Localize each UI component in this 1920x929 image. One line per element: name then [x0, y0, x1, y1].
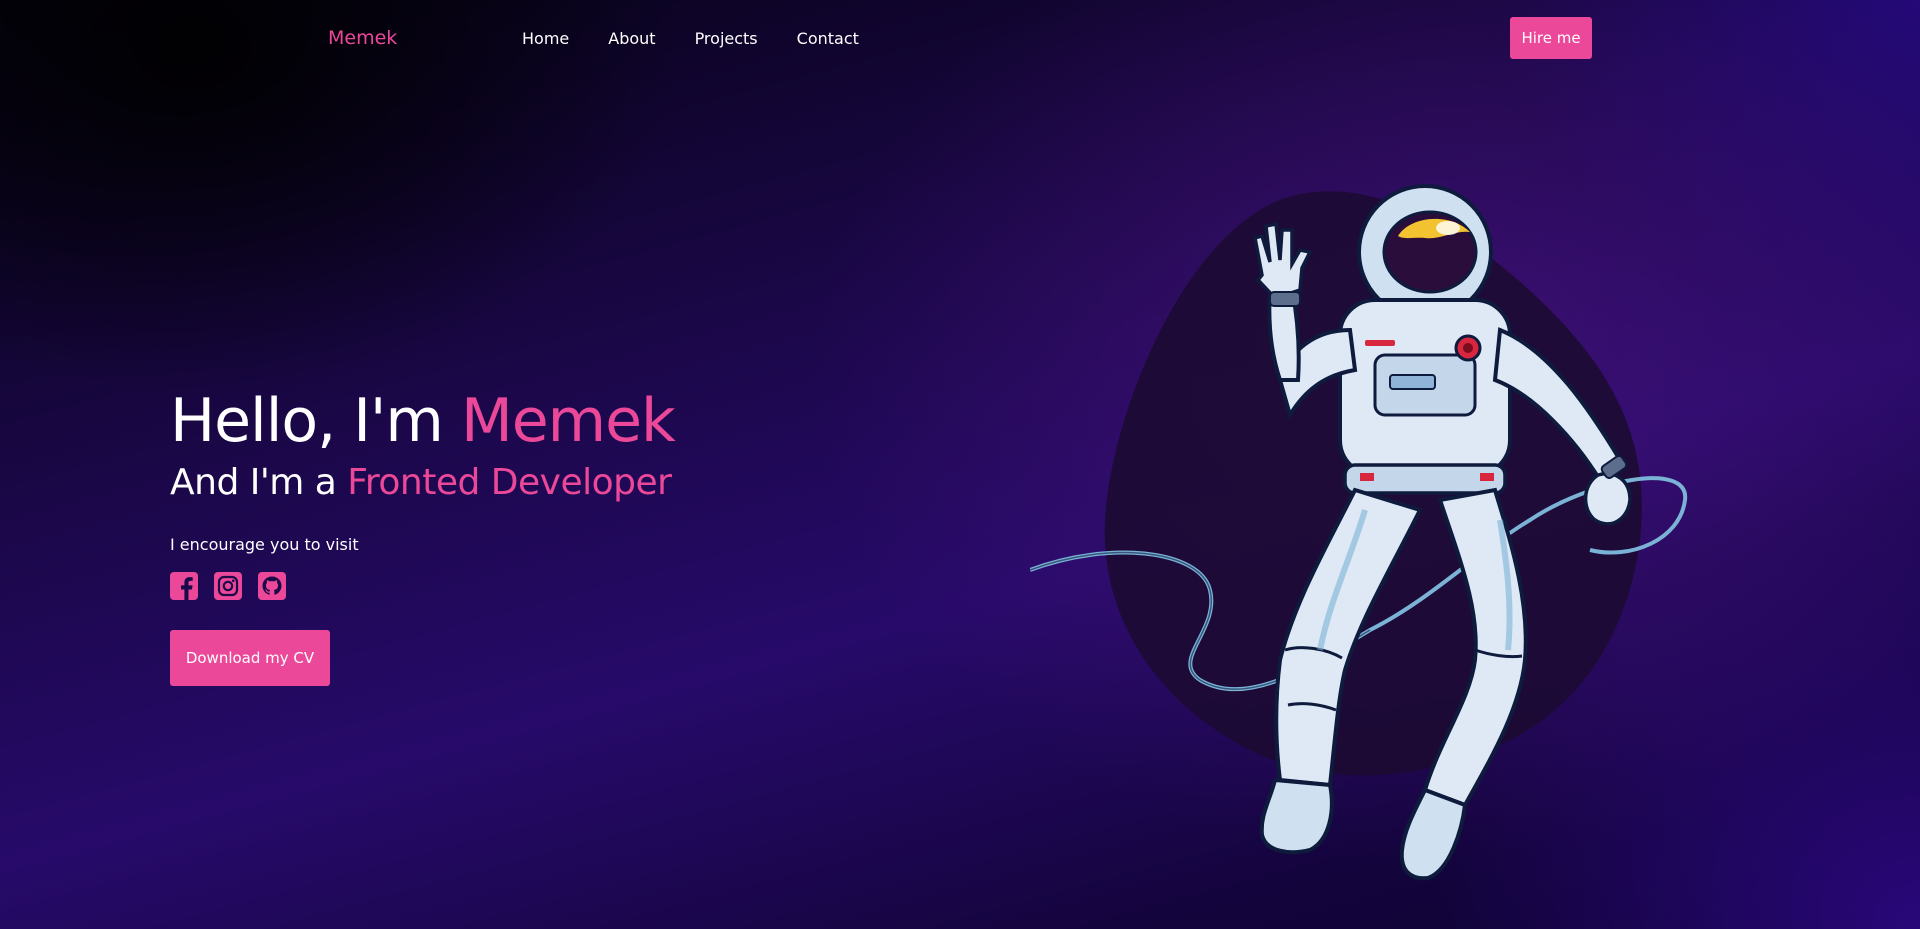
- hero-name: Memek: [460, 386, 676, 456]
- instagram-icon: [214, 572, 242, 600]
- hero-tagline: I encourage you to visit: [170, 535, 359, 554]
- navbar: Memek Home About Projects Contact Hire m…: [0, 0, 1920, 78]
- hero-role: Fronted Developer: [347, 462, 672, 503]
- download-cv-button[interactable]: Download my CV: [170, 630, 330, 686]
- right-glove: [1583, 472, 1632, 526]
- nav-projects-link[interactable]: Projects: [695, 29, 758, 48]
- github-link[interactable]: [258, 572, 286, 600]
- hero-section: Hello, I'm Memek And I'm a Fronted Devel…: [170, 385, 870, 686]
- greeting-prefix: Hello, I'm: [170, 386, 461, 456]
- astronaut-illustration: [1030, 184, 1688, 881]
- role-prefix: And I'm a: [170, 462, 348, 503]
- facebook-link[interactable]: [170, 572, 198, 600]
- instagram-link[interactable]: [214, 572, 242, 600]
- nav-home-link[interactable]: Home: [522, 29, 569, 48]
- github-icon: [258, 572, 286, 600]
- hero-subheading: And I'm a Fronted Developer: [170, 457, 870, 509]
- right-boot: [1399, 787, 1468, 881]
- nav-contact-link[interactable]: Contact: [797, 29, 859, 48]
- hire-me-button[interactable]: Hire me: [1510, 17, 1592, 59]
- nav-about-link[interactable]: About: [608, 29, 655, 48]
- left-boot: [1259, 777, 1334, 855]
- facebook-icon: [170, 572, 198, 600]
- social-links: [170, 572, 870, 600]
- nav-links: Home About Projects Contact: [522, 29, 898, 48]
- hero-heading: Hello, I'm Memek: [170, 385, 870, 457]
- logo-link[interactable]: Memek: [328, 27, 397, 49]
